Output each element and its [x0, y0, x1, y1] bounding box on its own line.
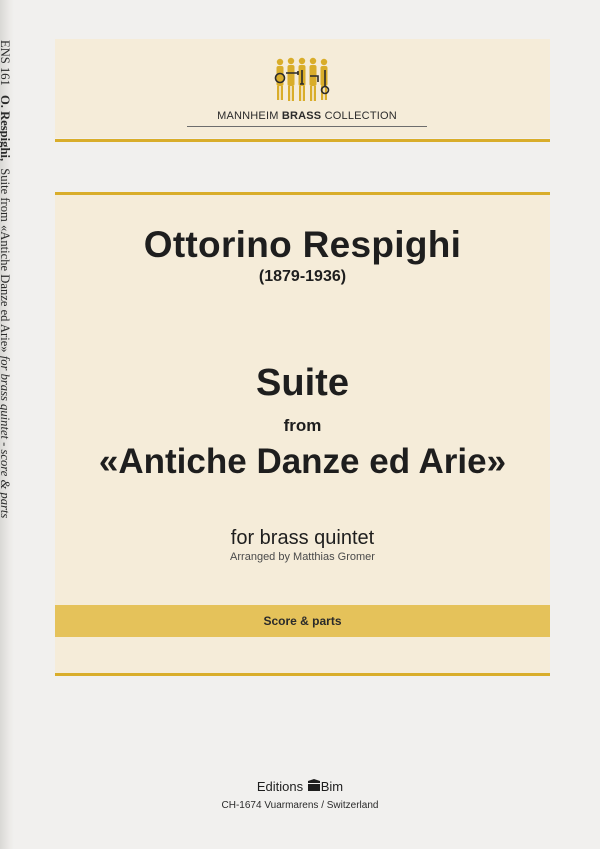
spine-subtitle: for brass quintet - score & parts [0, 355, 12, 519]
spine-text: ENS 161 O. Respighi, Suite from «Antiche… [0, 40, 12, 518]
cover-page: ENS 161 O. Respighi, Suite from «Antiche… [0, 0, 600, 849]
composer-name: Ottorino Respighi [143, 224, 462, 265]
work-source: «Antiche Danze ed Arie» [98, 442, 507, 481]
brass-quintet-logo-icon [274, 57, 330, 101]
instrumentation: for brass quintet [230, 527, 375, 549]
publisher-logo-icon [307, 779, 320, 791]
work-from: from [283, 416, 322, 435]
header-divider [55, 139, 550, 142]
work-title: Suite [256, 362, 349, 404]
publisher-name: Editions Bim [256, 779, 344, 794]
spine-code: ENS 161 [0, 40, 12, 86]
collection-label: MANNHEIM BRASS COLLECTION [217, 110, 397, 122]
publisher-address: CH-1674 Vuarmarens / Switzerland [221, 800, 379, 811]
main-bottom-rule [55, 673, 550, 676]
spine-author: O. Respighi, [0, 95, 12, 162]
composer-dates: (1879-1936) [258, 268, 347, 285]
arranger: Arranged by Matthias Gromer [230, 551, 375, 563]
edition-label: Score & parts [263, 614, 342, 628]
spine-title: Suite from «Antiche Danze ed Arie» [0, 168, 12, 353]
collection-underline [187, 126, 427, 127]
